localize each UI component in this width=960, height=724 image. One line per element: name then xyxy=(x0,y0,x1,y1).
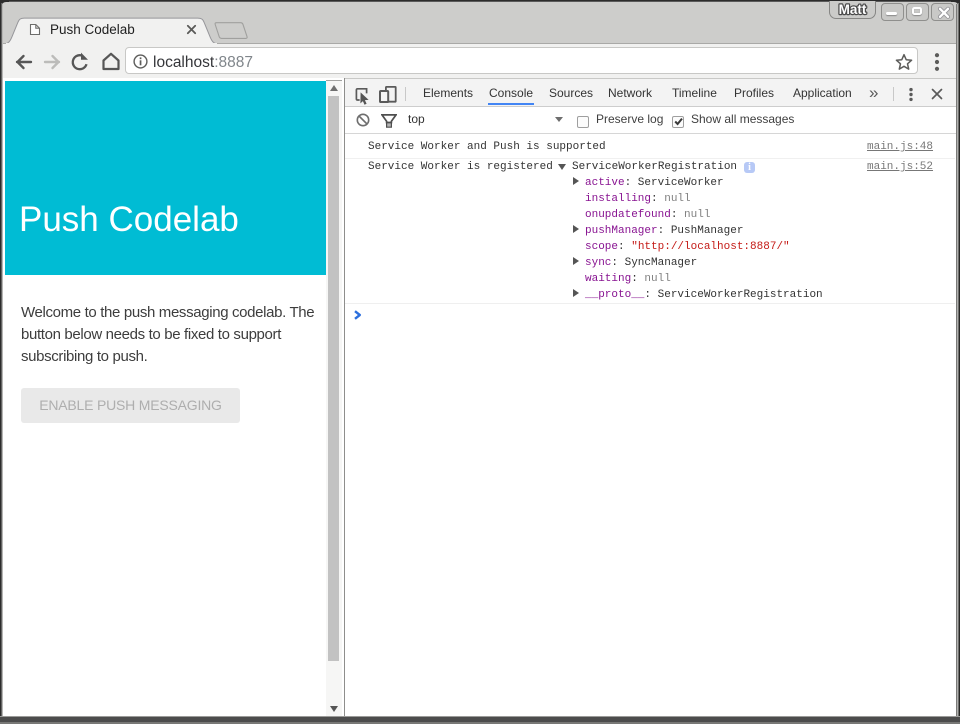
svg-text:Matt: Matt xyxy=(839,2,867,17)
